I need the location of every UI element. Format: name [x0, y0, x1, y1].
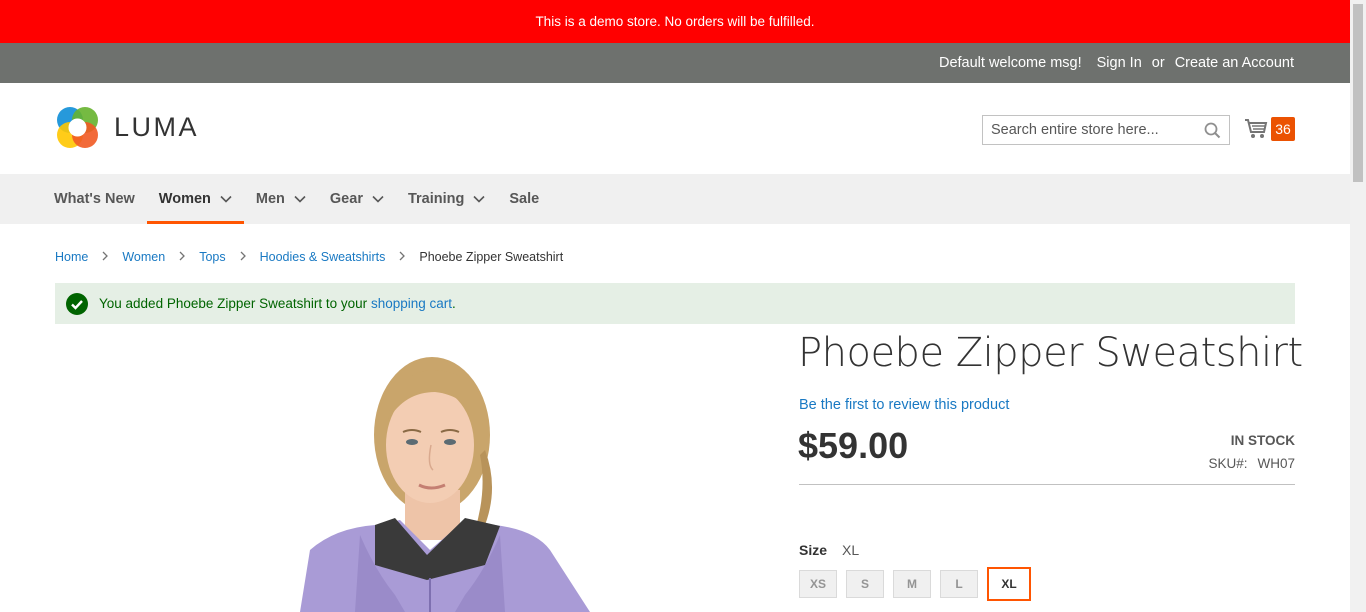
success-message: You added Phoebe Zipper Sweatshirt to yo… [55, 283, 1295, 324]
demo-notice-text: This is a demo store. No orders will be … [535, 14, 815, 29]
shopping-cart-icon [1245, 119, 1268, 138]
chevron-down-icon [294, 191, 306, 207]
breadcrumb-tops[interactable]: Tops [199, 250, 225, 264]
chevron-right-icon [399, 250, 406, 264]
scrollbar-thumb[interactable] [1353, 4, 1363, 182]
demo-store-notice: This is a demo store. No orders will be … [0, 0, 1350, 43]
nav-item-label: Training [407, 191, 465, 207]
breadcrumb-current: Phoebe Zipper Sweatshirt [419, 250, 564, 264]
sku-value: WH07 [1257, 456, 1295, 471]
product-sku: SKU#: WH07 [1208, 456, 1295, 471]
page-scrollbar[interactable] [1350, 0, 1366, 612]
chevron-down-icon [372, 191, 384, 207]
divider [799, 484, 1295, 485]
luma-logo-icon [57, 107, 98, 148]
size-swatch-s[interactable]: S [846, 570, 884, 598]
nav-item-what-s-new[interactable]: What's New [42, 174, 147, 224]
breadcrumb-hoodies[interactable]: Hoodies & Sweatshirts [260, 250, 386, 264]
search-box [982, 115, 1230, 145]
breadcrumb: Home Women Tops Hoodies & Sweatshirts Ph… [55, 250, 563, 264]
search-input[interactable] [983, 116, 1209, 144]
panel-header: Default welcome msg! Sign In or Create a… [0, 43, 1350, 83]
product-image [55, 340, 755, 612]
header-links: Default welcome msg! Sign In or Create a… [924, 43, 1294, 83]
nav-item-training[interactable]: Training [396, 174, 497, 224]
size-swatch-xl[interactable]: XL [987, 567, 1031, 601]
nav-item-men[interactable]: Men [244, 174, 318, 224]
minicart[interactable]: 36 [1244, 117, 1295, 141]
chevron-right-icon [179, 250, 186, 264]
nav-item-label: What's New [54, 191, 135, 207]
size-swatches: XS S M L XL [799, 567, 1040, 601]
nav-item-sale[interactable]: Sale [497, 174, 551, 224]
header-content: LUMA 36 [0, 83, 1350, 174]
size-label: Size [799, 542, 828, 558]
chevron-right-icon [240, 250, 246, 264]
stock-status: IN STOCK [1230, 433, 1295, 448]
nav-item-gear[interactable]: Gear [318, 174, 396, 224]
main-navigation: What's New Women Men Gear Training Sale [0, 174, 1350, 224]
nav-item-label: Men [255, 191, 285, 207]
nav-item-label: Gear [329, 191, 363, 207]
create-account-link[interactable]: Create an Account [1175, 55, 1294, 71]
product-price: $59.00 [798, 425, 909, 466]
search-icon[interactable] [1204, 122, 1221, 144]
sku-label: SKU#: [1208, 456, 1248, 471]
size-swatch-l[interactable]: L [940, 570, 978, 598]
welcome-message: Default welcome msg! [938, 55, 1082, 71]
size-swatch-xs[interactable]: XS [799, 570, 837, 598]
nav-item-women[interactable]: Women [146, 174, 244, 224]
chevron-down-icon [220, 191, 232, 207]
logo[interactable]: LUMA [55, 105, 199, 150]
success-check-icon [66, 292, 88, 315]
success-message-text: You added Phoebe Zipper Sweatshirt to yo… [99, 296, 456, 311]
size-swatch-m[interactable]: M [893, 570, 931, 598]
chevron-down-icon [473, 191, 485, 207]
review-link[interactable]: Be the first to review this product [799, 397, 1009, 413]
breadcrumb-women[interactable]: Women [122, 250, 165, 264]
product-photo [300, 357, 590, 612]
or-text: or [1151, 55, 1165, 71]
cart-counter-badge: 36 [1271, 117, 1295, 141]
breadcrumb-home[interactable]: Home [55, 250, 88, 264]
logo-text: LUMA [114, 112, 200, 142]
size-selected-value: XL [842, 542, 860, 558]
chevron-right-icon [102, 250, 109, 264]
nav-item-label: Women [158, 191, 211, 207]
shopping-cart-link[interactable]: shopping cart [371, 296, 452, 311]
product-title: Phoebe Zipper Sweatshirt [798, 330, 1303, 376]
sign-in-link[interactable]: Sign In [1097, 55, 1142, 71]
nav-item-label: Sale [509, 191, 540, 207]
